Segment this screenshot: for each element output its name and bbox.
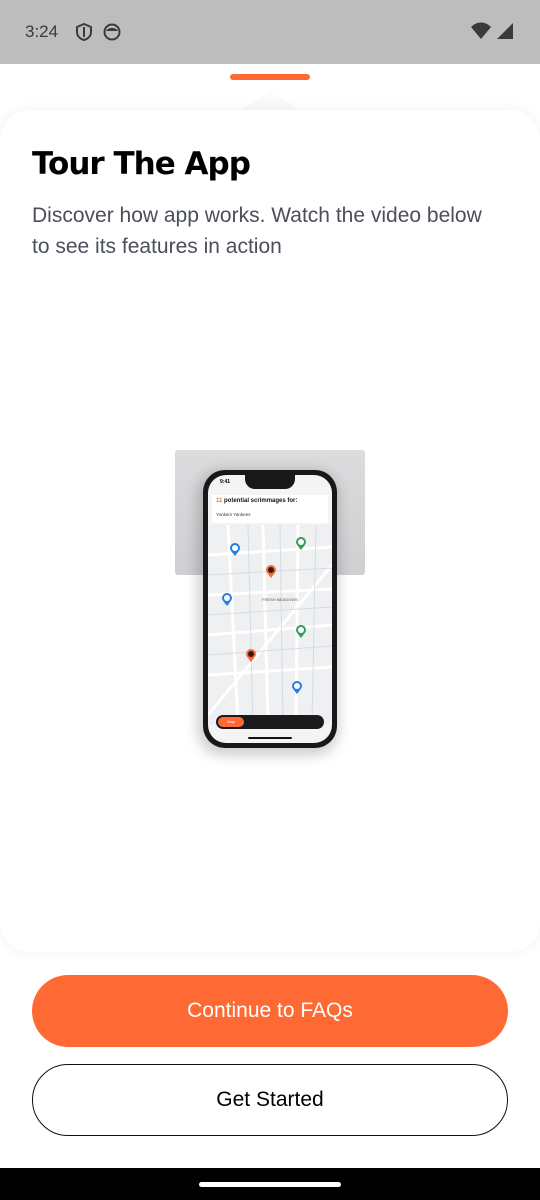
system-nav-bar: [0, 1168, 540, 1200]
page-subtitle: Discover how app works. Watch the video …: [32, 204, 482, 258]
map-pin-green: [296, 625, 306, 638]
phone-map: FRESH MEADOWS: [208, 525, 332, 725]
phone-count: 11: [216, 498, 223, 504]
map-pin-blue: [292, 681, 302, 694]
phone-mockup: 9:41 11 potential scrimmages for: Yonker…: [203, 470, 337, 748]
phone-heading-text: potential scrimmages for:: [224, 498, 298, 504]
continue-to-faqs-button[interactable]: Continue to FAQs: [32, 975, 508, 1047]
status-right-icons: [470, 20, 514, 42]
page-title: Tour The App: [32, 146, 251, 182]
map-pin-green: [296, 537, 306, 550]
map-pin-orange: [266, 565, 276, 578]
phone-heading: 11 potential scrimmages for:: [216, 498, 297, 504]
map-pin-orange: [246, 649, 256, 662]
status-bar: 3:24: [0, 0, 540, 64]
phone-app-header: 11 potential scrimmages for: Yonkers Yan…: [212, 495, 328, 523]
phone-notch: [245, 475, 295, 489]
phone-team: Yonkers Yankees: [216, 512, 251, 517]
shield-icon: [76, 22, 92, 42]
phone-tab-map: Map: [218, 717, 244, 727]
phone-tab-bar: Map: [216, 715, 324, 729]
tour-video-player[interactable]: 9:41 11 potential scrimmages for: Yonker…: [175, 450, 370, 760]
wifi-icon: [471, 22, 491, 39]
map-streets: FRESH MEADOWS: [208, 525, 332, 725]
phone-screen: 9:41 11 potential scrimmages for: Yonker…: [208, 475, 332, 743]
phone-home-indicator: [248, 737, 292, 739]
cellular-signal-icon: [497, 23, 513, 39]
map-pin-blue: [230, 543, 240, 556]
map-pin-blue: [222, 593, 232, 606]
map-area-label: FRESH MEADOWS: [262, 597, 298, 602]
sheet-handle[interactable]: [230, 74, 310, 80]
home-gesture-handle[interactable]: [199, 1182, 341, 1187]
get-started-button[interactable]: Get Started: [32, 1064, 508, 1136]
status-time: 3:24: [25, 22, 59, 41]
phone-time: 9:41: [220, 479, 231, 485]
face-icon: [103, 23, 121, 41]
